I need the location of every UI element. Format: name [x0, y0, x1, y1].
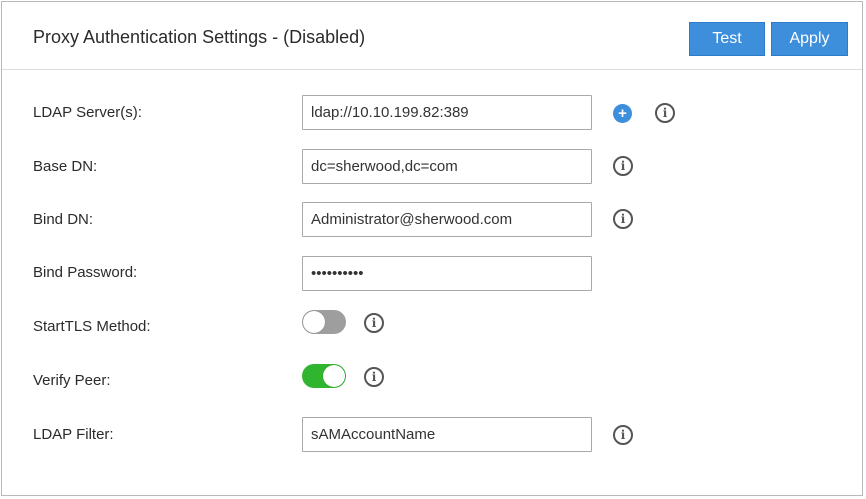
test-button[interactable]: Test	[689, 22, 765, 56]
base-dn-info-icon[interactable]: i	[613, 156, 633, 176]
toggle-knob	[323, 365, 345, 387]
verify-peer-info-icon[interactable]: i	[364, 367, 384, 387]
proxy-auth-settings-panel: Proxy Authentication Settings - (Disable…	[1, 1, 863, 496]
apply-button[interactable]: Apply	[771, 22, 848, 56]
base-dn-input[interactable]	[302, 149, 592, 184]
starttls-toggle[interactable]	[302, 310, 346, 334]
ldap-server-label: LDAP Server(s):	[33, 104, 142, 121]
bind-password-input[interactable]	[302, 256, 592, 291]
base-dn-label: Base DN:	[33, 158, 98, 175]
add-server-icon[interactable]: +	[613, 104, 632, 123]
ldap-filter-info-icon[interactable]: i	[613, 425, 633, 445]
bind-dn-label: Bind DN:	[33, 211, 94, 228]
ldap-filter-label: LDAP Filter:	[33, 426, 114, 443]
ldap-filter-input[interactable]	[302, 417, 592, 452]
page-title: Proxy Authentication Settings - (Disable…	[33, 27, 366, 47]
bind-dn-input[interactable]	[302, 202, 592, 237]
toggle-knob	[303, 311, 325, 333]
verify-peer-toggle[interactable]	[302, 364, 346, 388]
verify-peer-label: Verify Peer:	[33, 372, 111, 389]
ldap-server-info-icon[interactable]: i	[655, 103, 675, 123]
bind-password-label: Bind Password:	[33, 264, 138, 281]
ldap-server-input[interactable]	[302, 95, 592, 130]
bind-dn-info-icon[interactable]: i	[613, 209, 633, 229]
starttls-label: StartTLS Method:	[33, 318, 151, 335]
starttls-info-icon[interactable]: i	[364, 313, 384, 333]
panel-header: Proxy Authentication Settings - (Disable…	[2, 2, 862, 70]
